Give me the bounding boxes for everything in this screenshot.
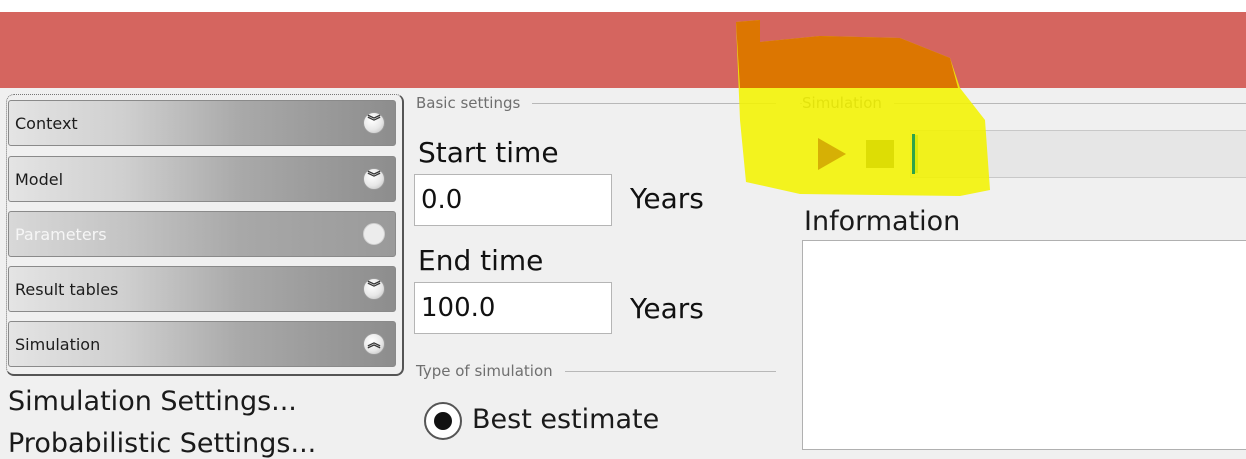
top-strip [0, 0, 1246, 12]
play-icon[interactable] [818, 138, 846, 170]
type-of-simulation-title: Type of simulation [416, 362, 565, 380]
end-time-label: End time [418, 244, 544, 277]
simulation-progress-bar [910, 130, 1246, 178]
accordion-item-label: Parameters [15, 225, 107, 244]
stop-icon[interactable] [866, 140, 894, 168]
accordion-item-label: Result tables [15, 280, 119, 299]
double-chevron-up-icon[interactable]: ︽ [363, 333, 385, 355]
progress-marker [915, 135, 918, 173]
best-estimate-radio[interactable] [424, 402, 462, 440]
best-estimate-radio-label[interactable]: Best estimate [472, 404, 659, 435]
accordion-item-label: Context [15, 114, 78, 133]
information-label: Information [804, 206, 961, 237]
accordion-item-model[interactable]: Model ︾ [8, 156, 396, 202]
start-time-input[interactable] [414, 174, 612, 226]
simulation-group-title: Simulation [802, 94, 894, 112]
header-band [0, 12, 1246, 88]
navigation-accordion: Context ︾ Model ︾ Parameters Result tabl… [6, 94, 404, 376]
end-time-input[interactable] [414, 282, 612, 334]
accordion-item-context[interactable]: Context ︾ [8, 100, 396, 146]
accordion-item-simulation[interactable]: Simulation ︽ [8, 321, 396, 367]
accordion-item-parameters[interactable]: Parameters [8, 211, 396, 257]
accordion-item-label: Model [15, 170, 64, 189]
start-time-unit: Years [630, 182, 704, 215]
circle-icon [363, 223, 385, 245]
start-time-label: Start time [418, 136, 559, 169]
basic-settings-title: Basic settings [416, 94, 533, 112]
information-text-area[interactable] [802, 240, 1246, 450]
simulation-settings-link[interactable]: Simulation Settings... [8, 386, 297, 417]
double-chevron-down-icon[interactable]: ︾ [363, 168, 385, 190]
double-chevron-down-icon[interactable]: ︾ [363, 112, 385, 134]
end-time-unit: Years [630, 292, 704, 325]
double-chevron-down-icon[interactable]: ︾ [363, 278, 385, 300]
accordion-item-label: Simulation [15, 335, 101, 354]
probabilistic-settings-link[interactable]: Probabilistic Settings... [8, 428, 316, 459]
accordion-item-result-tables[interactable]: Result tables ︾ [8, 266, 396, 312]
